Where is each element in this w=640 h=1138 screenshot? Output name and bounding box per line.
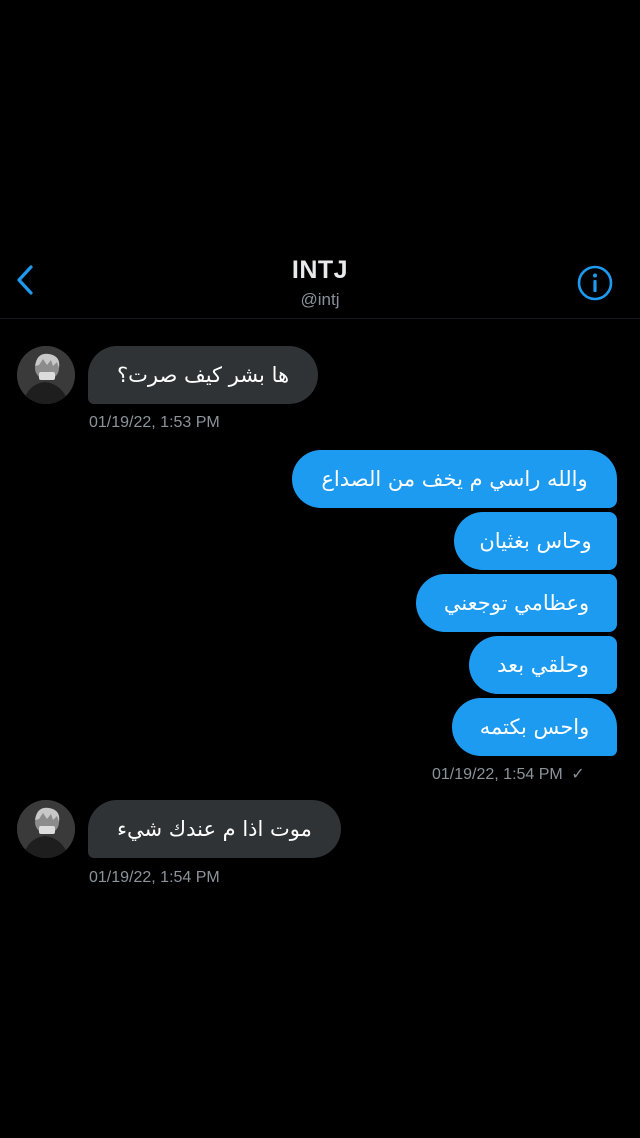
message-timestamp: 01/19/22, 1:54 PM <box>89 869 220 886</box>
message-timestamp: 01/19/22, 1:54 PM ✓ <box>432 764 585 784</box>
message-bubble-outgoing[interactable]: واحس بكتمه <box>452 698 617 756</box>
avatar-image <box>17 800 75 858</box>
message-bubble-outgoing[interactable]: والله راسي م يخف من الصداع <box>292 450 617 508</box>
message-bubble-outgoing[interactable]: وحاس بغثيان <box>454 512 617 570</box>
timestamp-text: 01/19/22, 1:54 PM <box>432 766 563 783</box>
conversation-header: INTJ @intj <box>0 240 640 319</box>
message-bubble-outgoing[interactable]: وعظامي توجعني <box>416 574 617 632</box>
avatar[interactable] <box>17 800 75 858</box>
conversation-title[interactable]: INTJ <box>0 256 640 285</box>
avatar[interactable] <box>17 346 75 404</box>
avatar-image <box>17 346 75 404</box>
message-timestamp: 01/19/22, 1:53 PM <box>89 414 220 431</box>
info-icon <box>577 265 613 301</box>
message-bubble-outgoing[interactable]: وحلقي بعد <box>469 636 617 694</box>
checkmark-icon: ✓ <box>571 766 585 783</box>
conversation-handle: @intj <box>300 290 340 309</box>
message-bubble-incoming[interactable]: ها بشر كيف صرت؟ <box>88 346 318 404</box>
message-bubble-incoming[interactable]: موت اذا م عندك شيء <box>88 800 341 858</box>
info-button[interactable] <box>576 264 614 302</box>
